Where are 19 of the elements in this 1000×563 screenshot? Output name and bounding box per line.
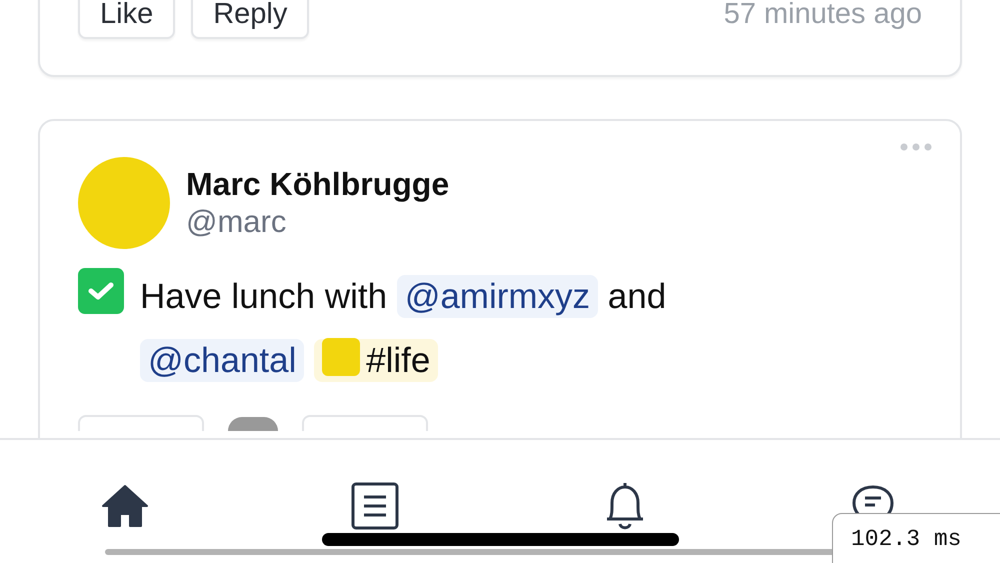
more-options-icon[interactable] [900, 142, 932, 151]
action-button[interactable] [78, 414, 204, 431]
action-button[interactable]: Reply [191, 0, 310, 39]
mention-link[interactable]: @chantal [140, 338, 304, 382]
author-name: Marc Köhlbrugge [186, 164, 450, 204]
hashtag-link[interactable]: #life [314, 338, 438, 382]
check-icon [88, 280, 114, 301]
bell-icon [604, 481, 646, 531]
timestamp: 57 minutes ago [724, 0, 922, 32]
task-checkbox[interactable] [78, 268, 124, 314]
task-text: Have lunch with @amirmxyz and @chantal #life [140, 274, 668, 384]
mention-link[interactable]: @amirmxyz [396, 274, 598, 318]
action-button[interactable]: Like [78, 0, 176, 39]
author-handle: @marc [186, 203, 288, 240]
avatar[interactable] [228, 416, 278, 431]
timing-overlay: 102.3 ms [832, 513, 1000, 563]
home-icon [101, 484, 149, 528]
list-icon [351, 482, 399, 530]
action-button[interactable] [302, 414, 428, 431]
